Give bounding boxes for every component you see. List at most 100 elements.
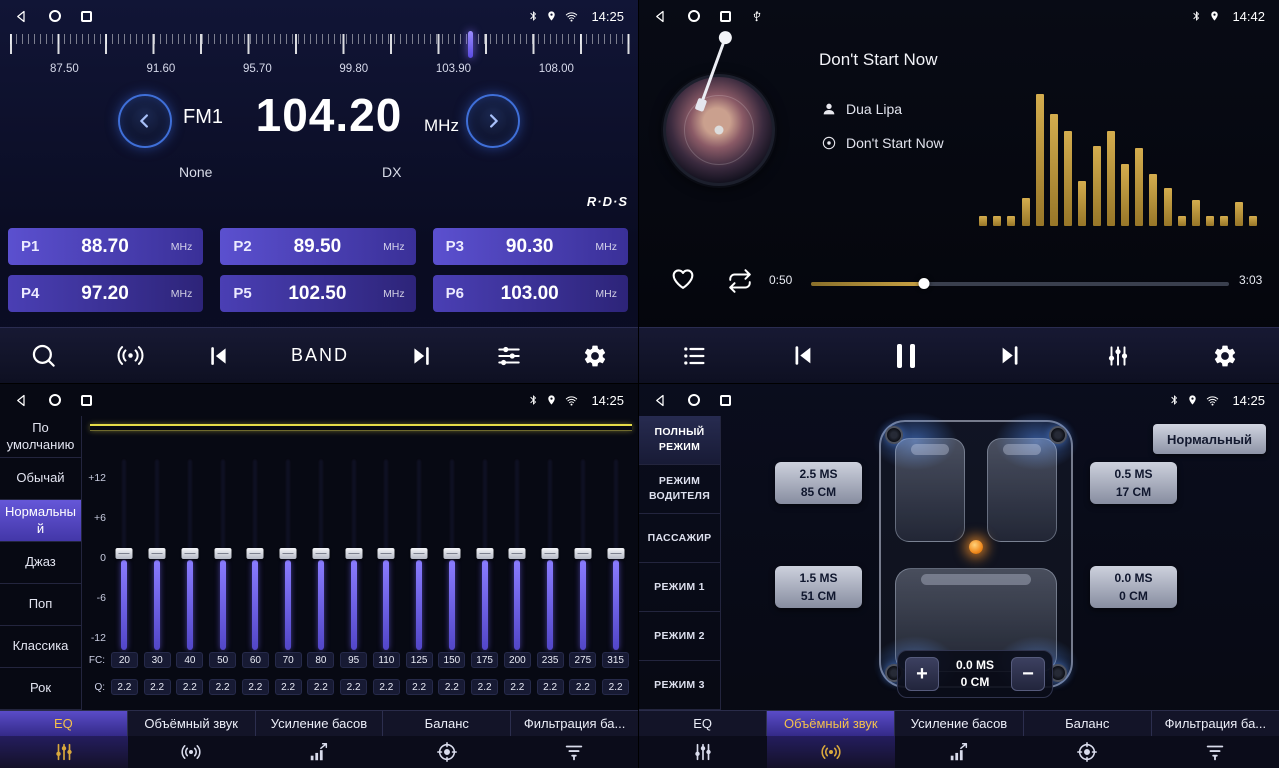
album-art[interactable]: [663, 74, 775, 186]
filter-tab-icon-button[interactable]: [1151, 736, 1279, 768]
home-nav-button[interactable]: [688, 394, 700, 406]
back-nav-button[interactable]: [14, 393, 29, 408]
slider-handle[interactable]: [607, 548, 624, 559]
rear-left-delay-button[interactable]: 1.5 MS 51 CM: [775, 566, 862, 608]
seek-up-button[interactable]: [466, 94, 520, 148]
listening-mode-item[interactable]: РЕЖИМ 1: [639, 563, 720, 612]
eq-preset-item[interactable]: По умолчанию: [0, 416, 81, 458]
eq-band-slider[interactable]: [473, 458, 497, 650]
eq-band-slider[interactable]: [505, 458, 529, 650]
eq-preset-item[interactable]: Обычай: [0, 458, 81, 500]
home-nav-button[interactable]: [49, 10, 61, 22]
eq-band-slider[interactable]: [571, 458, 595, 650]
bass-tab-icon-button[interactable]: [895, 736, 1023, 768]
decrease-delay-button[interactable]: −: [1011, 657, 1045, 691]
listening-mode-item[interactable]: РЕЖИМ ВОДИТЕЛЯ: [639, 465, 720, 514]
recents-nav-button[interactable]: [81, 11, 92, 22]
repeat-button[interactable]: [727, 268, 753, 294]
audio-tab[interactable]: Объёмный звук: [767, 711, 895, 736]
balance-tab-icon-button[interactable]: [383, 736, 511, 768]
audio-tab[interactable]: Объёмный звук: [128, 711, 256, 736]
settings-button[interactable]: [1212, 343, 1238, 369]
listening-mode-item[interactable]: РЕЖИМ 2: [639, 612, 720, 661]
seek-down-button[interactable]: [118, 94, 172, 148]
eq-band-slider[interactable]: [276, 458, 300, 650]
prev-track-button[interactable]: [789, 342, 816, 369]
slider-handle[interactable]: [181, 548, 198, 559]
slider-handle[interactable]: [280, 548, 297, 559]
back-nav-button[interactable]: [653, 393, 668, 408]
eq-band-slider[interactable]: [145, 458, 169, 650]
slider-handle[interactable]: [378, 548, 395, 559]
surround-tab-icon-button[interactable]: [767, 736, 895, 768]
preset-button[interactable]: P3 90.30 MHz: [433, 228, 628, 265]
audio-tab[interactable]: EQ: [0, 711, 128, 736]
rear-right-delay-button[interactable]: 0.0 MS 0 CM: [1090, 566, 1177, 608]
band-button[interactable]: BAND: [291, 345, 349, 366]
next-track-button[interactable]: [997, 342, 1024, 369]
broadcast-button[interactable]: [117, 342, 144, 369]
preset-button[interactable]: P6 103.00 MHz: [433, 275, 628, 312]
eq-preset-item[interactable]: Джаз: [0, 542, 81, 584]
audio-tab[interactable]: Усиление басов: [256, 711, 384, 736]
tune-button[interactable]: [496, 343, 522, 369]
eq-band-slider[interactable]: [309, 458, 333, 650]
prev-station-button[interactable]: [205, 343, 231, 369]
preset-button[interactable]: P5 102.50 MHz: [220, 275, 415, 312]
balance-tab-icon-button[interactable]: [1023, 736, 1151, 768]
preset-button[interactable]: P1 88.70 MHz: [8, 228, 203, 265]
audio-tab[interactable]: Фильтрация ба...: [511, 711, 638, 736]
eq-band-slider[interactable]: [243, 458, 267, 650]
back-nav-button[interactable]: [14, 9, 29, 24]
slider-handle[interactable]: [116, 548, 133, 559]
filter-tab-icon-button[interactable]: [510, 736, 638, 768]
frequency-ruler[interactable]: [8, 34, 630, 58]
slider-handle[interactable]: [247, 548, 264, 559]
audio-tab[interactable]: Баланс: [383, 711, 511, 736]
eq-band-slider[interactable]: [538, 458, 562, 650]
audio-tab[interactable]: Баланс: [1024, 711, 1152, 736]
front-right-delay-button[interactable]: 0.5 MS 17 CM: [1090, 462, 1177, 504]
pause-button[interactable]: [897, 344, 915, 368]
progress-bar[interactable]: [811, 282, 1229, 286]
slider-handle[interactable]: [214, 548, 231, 559]
playlist-button[interactable]: [680, 342, 708, 370]
eq-band-slider[interactable]: [178, 458, 202, 650]
listening-mode-item[interactable]: РЕЖИМ 3: [639, 661, 720, 710]
eq-preset-item[interactable]: Рок: [0, 668, 81, 710]
audio-tab[interactable]: Усиление басов: [895, 711, 1023, 736]
bass-tab-icon-button[interactable]: [255, 736, 383, 768]
slider-handle[interactable]: [509, 548, 526, 559]
settings-button[interactable]: [582, 343, 608, 369]
recents-nav-button[interactable]: [720, 11, 731, 22]
next-station-button[interactable]: [409, 343, 435, 369]
listening-mode-item[interactable]: ПОЛНЫЙ РЕЖИМ: [639, 416, 720, 465]
scan-button[interactable]: [30, 342, 57, 369]
surround-tab-icon-button[interactable]: [128, 736, 256, 768]
eq-preset-item[interactable]: Классика: [0, 626, 81, 668]
back-nav-button[interactable]: [653, 9, 668, 24]
home-nav-button[interactable]: [49, 394, 61, 406]
eq-tab-icon-button[interactable]: [0, 736, 128, 768]
progress-knob[interactable]: [918, 278, 929, 289]
slider-handle[interactable]: [312, 548, 329, 559]
slider-handle[interactable]: [411, 548, 428, 559]
eq-band-slider[interactable]: [604, 458, 628, 650]
eq-preset-item[interactable]: Нормальный: [0, 500, 81, 542]
audio-tab[interactable]: EQ: [639, 711, 767, 736]
eq-preset-item[interactable]: Поп: [0, 584, 81, 626]
fader-button[interactable]: [1105, 343, 1131, 369]
eq-band-slider[interactable]: [407, 458, 431, 650]
profile-button[interactable]: Нормальный: [1153, 424, 1266, 454]
favorite-button[interactable]: [669, 264, 697, 292]
slider-handle[interactable]: [443, 548, 460, 559]
eq-tab-icon-button[interactable]: [639, 736, 767, 768]
eq-band-slider[interactable]: [342, 458, 366, 650]
eq-band-slider[interactable]: [440, 458, 464, 650]
eq-band-slider[interactable]: [374, 458, 398, 650]
increase-delay-button[interactable]: +: [905, 657, 939, 691]
preset-button[interactable]: P2 89.50 MHz: [220, 228, 415, 265]
front-left-delay-button[interactable]: 2.5 MS 85 CM: [775, 462, 862, 504]
recents-nav-button[interactable]: [81, 395, 92, 406]
slider-handle[interactable]: [574, 548, 591, 559]
